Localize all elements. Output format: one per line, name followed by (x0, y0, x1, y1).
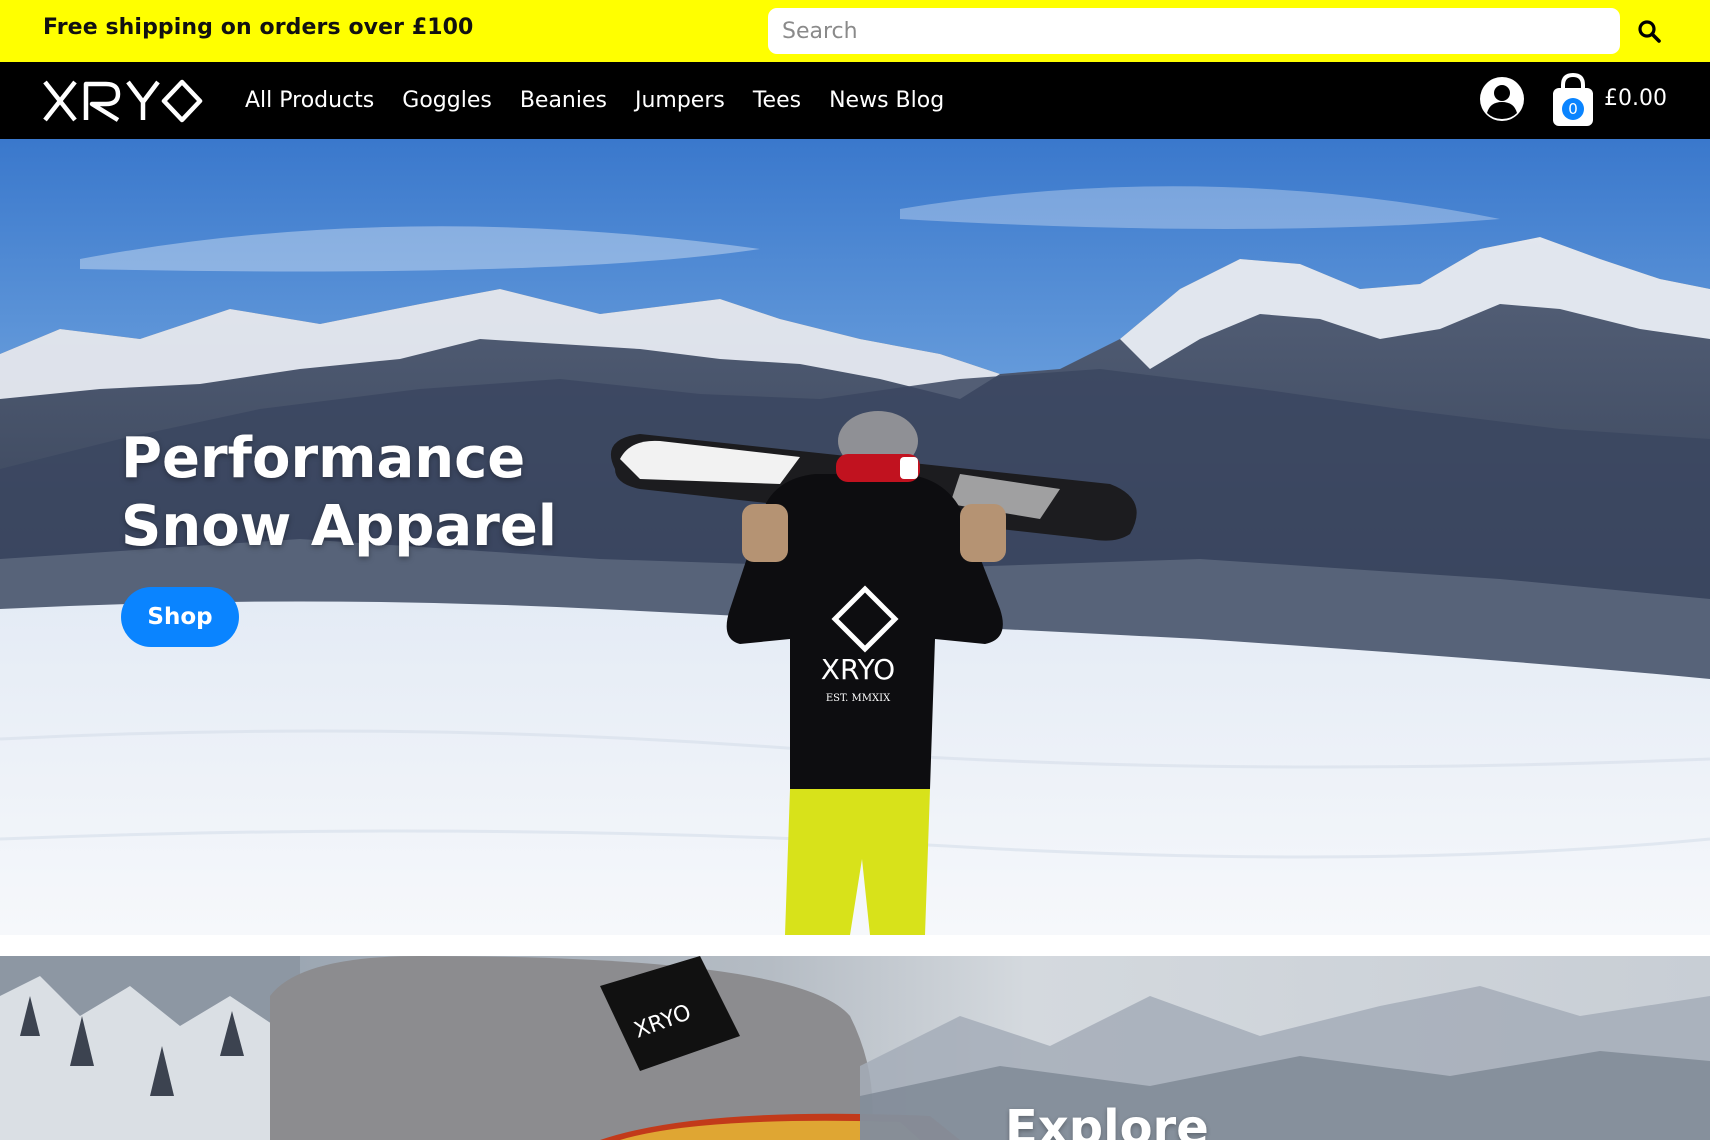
promo-text: Free shipping on orders over £100 (43, 15, 474, 40)
brand-logo[interactable] (42, 78, 204, 124)
hero-title-line-2: Snow Apparel (121, 494, 557, 559)
search-input[interactable] (768, 8, 1620, 54)
cart-total: £0.00 (1604, 86, 1667, 111)
hero-banner: XRYO EST. MMXIX Performance Snow Apparel… (0, 139, 1710, 935)
nav-item-beanies[interactable]: Beanies (520, 88, 607, 113)
user-circle-icon (1480, 77, 1524, 121)
hoodie-logo-text: XRYO (821, 653, 895, 686)
site-header: All Products Goggles Beanies Jumpers Tee… (0, 62, 1710, 139)
account-button[interactable] (1478, 75, 1526, 123)
promo-bar: Free shipping on orders over £100 (0, 0, 1710, 62)
search-icon (1638, 20, 1661, 43)
cart-count-badge: 0 (1568, 100, 1578, 118)
search-box (768, 8, 1620, 54)
hero-title-line-1: Performance (121, 426, 526, 491)
nav-item-goggles[interactable]: Goggles (402, 88, 492, 113)
nav-item-news-blog[interactable]: News Blog (829, 88, 944, 113)
main-nav: All Products Goggles Beanies Jumpers Tee… (245, 62, 972, 139)
explore-background-image: XRYO (0, 956, 1710, 1140)
xryo-logo-mark (43, 79, 203, 123)
shop-button[interactable]: Shop (121, 587, 239, 647)
nav-item-all-products[interactable]: All Products (245, 88, 374, 113)
nav-item-tees[interactable]: Tees (753, 88, 801, 113)
hero-title: Performance Snow Apparel (121, 425, 641, 561)
hoodie-tagline: EST. MMXIX (826, 693, 891, 704)
cart-button[interactable]: 0 £0.00 (1550, 72, 1700, 128)
explore-banner: XRYO Explore (0, 956, 1710, 1140)
explore-title: Explore (1005, 1100, 1209, 1140)
search-button[interactable] (1634, 16, 1664, 46)
nav-item-jumpers[interactable]: Jumpers (635, 88, 725, 113)
